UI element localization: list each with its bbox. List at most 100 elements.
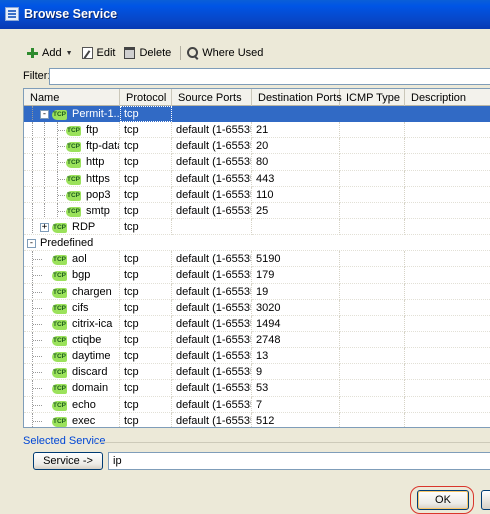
table-row[interactable]: TCP https tcp default (1-65535) 443	[24, 170, 490, 187]
source-ports-cell: default (1-65535)	[172, 267, 252, 284]
name-cell: TCP ftp-data	[24, 138, 120, 155]
name-cell: - TCP Permit-1...	[24, 106, 120, 123]
description-cell	[405, 154, 490, 171]
table-header: Name Protocol Source Ports Destination P…	[24, 89, 490, 106]
protocol-cell: tcp	[120, 186, 172, 203]
source-ports-cell: default (1-65535)	[172, 364, 252, 381]
table-row[interactable]: TCP domain tcp default (1-65535) 53	[24, 380, 490, 397]
table-row[interactable]: TCP cifs tcp default (1-65535) 3020	[24, 299, 490, 316]
collapse-icon[interactable]: -	[27, 239, 36, 249]
protocol-cell: tcp	[120, 348, 172, 365]
tree-line	[32, 202, 42, 218]
tree-line	[32, 364, 42, 380]
table-row[interactable]: TCP smtp tcp default (1-65535) 25	[24, 202, 490, 219]
name-cell: TCP ctiqbe	[24, 331, 120, 349]
table-row[interactable]: TCP daytime tcp default (1-65535) 13	[24, 348, 490, 365]
chevron-down-icon[interactable]: ▼	[66, 50, 73, 57]
column-header-icmp-type[interactable]: ICMP Type	[340, 89, 405, 106]
protocol-cell: tcp	[120, 106, 172, 123]
name-cell: TCP citrix-ica	[24, 315, 120, 332]
source-ports-cell: default (1-65535)	[172, 299, 252, 316]
destination-ports-cell: 25	[252, 202, 340, 219]
delete-button[interactable]: Delete	[124, 47, 171, 59]
filter-label: Filter:	[23, 70, 51, 82]
source-ports-cell: default (1-65535)	[172, 412, 252, 427]
column-header-protocol[interactable]: Protocol	[120, 89, 172, 106]
table-row[interactable]: TCP ftp-data tcp default (1-65535) 20	[24, 138, 490, 155]
column-header-source-ports[interactable]: Source Ports	[172, 89, 252, 106]
table-row[interactable]: TCP citrix-ica tcp default (1-65535) 1494	[24, 315, 490, 332]
name-cell: TCP chargen	[24, 283, 120, 300]
collapse-icon[interactable]: -	[40, 110, 49, 119]
icmp-type-cell	[340, 412, 405, 427]
name-cell: TCP pop3	[24, 186, 120, 203]
tcp-service-icon: TCP	[52, 400, 67, 411]
icmp-type-cell	[340, 218, 405, 236]
destination-ports-cell: 512	[252, 412, 340, 427]
title-bar: Browse Service	[0, 0, 490, 29]
protocol-cell: tcp	[120, 170, 172, 187]
where-used-button[interactable]: Where Used	[187, 47, 263, 59]
source-ports-cell: default (1-65535)	[172, 283, 252, 300]
edit-button[interactable]: Edit	[81, 47, 115, 59]
table-row[interactable]: TCP bgp tcp default (1-65535) 179	[24, 267, 490, 284]
service-group-icon: TCP	[52, 110, 67, 120]
expand-icon[interactable]: +	[40, 222, 49, 232]
description-cell	[405, 316, 490, 332]
filter-input[interactable]	[49, 68, 490, 85]
ok-button[interactable]: OK	[417, 490, 469, 510]
icmp-type-cell	[340, 202, 405, 219]
service-name: domain	[72, 382, 109, 395]
protocol-cell: tcp	[120, 218, 172, 236]
source-ports-cell: default (1-65535)	[172, 138, 252, 155]
cancel-button[interactable]	[481, 490, 490, 510]
service-name: chargen	[72, 285, 112, 298]
tree-line	[44, 170, 54, 186]
destination-ports-cell: 9	[252, 364, 340, 381]
source-ports-cell: default (1-65535)	[172, 251, 252, 268]
protocol-cell: tcp	[120, 202, 172, 219]
table-row[interactable]: TCP discard tcp default (1-65535) 9	[24, 364, 490, 381]
toolbar: Add ▼ Edit Delete Where Used	[27, 45, 272, 61]
table-row[interactable]: - TCP Permit-1... tcp	[24, 106, 490, 123]
name-cell: + TCP RDP	[24, 218, 120, 236]
tcp-service-icon: TCP	[66, 174, 81, 185]
table-row[interactable]: + TCP RDP tcp	[24, 218, 490, 236]
table-row[interactable]: TCP http tcp default (1-65535) 80	[24, 154, 490, 171]
service-table[interactable]: Name Protocol Source Ports Destination P…	[23, 88, 490, 428]
tree-line	[32, 283, 42, 299]
description-cell	[405, 397, 490, 413]
source-ports-cell	[172, 106, 252, 122]
tree-line	[32, 138, 42, 154]
description-cell	[405, 138, 490, 155]
selected-service-field[interactable]	[108, 452, 490, 470]
table-row-group-predefined[interactable]: - Predefined	[24, 235, 490, 252]
table-row[interactable]: TCP ftp tcp default (1-65535) 21	[24, 122, 490, 139]
tree-line	[32, 412, 42, 427]
service-name: discard	[72, 366, 108, 379]
add-button[interactable]: Add ▼	[27, 47, 73, 59]
destination-ports-cell: 110	[252, 186, 340, 203]
tree-line	[32, 186, 42, 202]
icmp-type-cell	[340, 315, 405, 332]
table-row[interactable]: TCP ctiqbe tcp default (1-65535) 2748	[24, 331, 490, 349]
table-row[interactable]: TCP exec tcp default (1-65535) 512	[24, 412, 490, 427]
column-header-name[interactable]: Name	[24, 89, 120, 106]
protocol-cell: tcp	[120, 364, 172, 381]
table-row[interactable]: TCP echo tcp default (1-65535) 7	[24, 396, 490, 413]
column-header-destination-ports[interactable]: Destination Ports	[252, 89, 342, 106]
table-row[interactable]: TCP aol tcp default (1-65535) 5190	[24, 251, 490, 268]
tcp-service-icon: TCP	[52, 384, 67, 395]
icmp-type-cell	[340, 106, 405, 122]
description-cell	[405, 106, 490, 122]
column-header-description[interactable]: Description	[405, 89, 490, 106]
destination-ports-cell: 13	[252, 348, 340, 365]
icmp-type-cell	[340, 138, 405, 155]
service-button[interactable]: Service ->	[33, 452, 103, 470]
tree-line	[44, 202, 54, 218]
destination-ports-cell: 2748	[252, 331, 340, 349]
table-row[interactable]: TCP pop3 tcp default (1-65535) 110	[24, 186, 490, 203]
table-row[interactable]: TCP chargen tcp default (1-65535) 19	[24, 283, 490, 300]
service-name: cifs	[72, 301, 89, 314]
icmp-type-cell	[340, 251, 405, 268]
